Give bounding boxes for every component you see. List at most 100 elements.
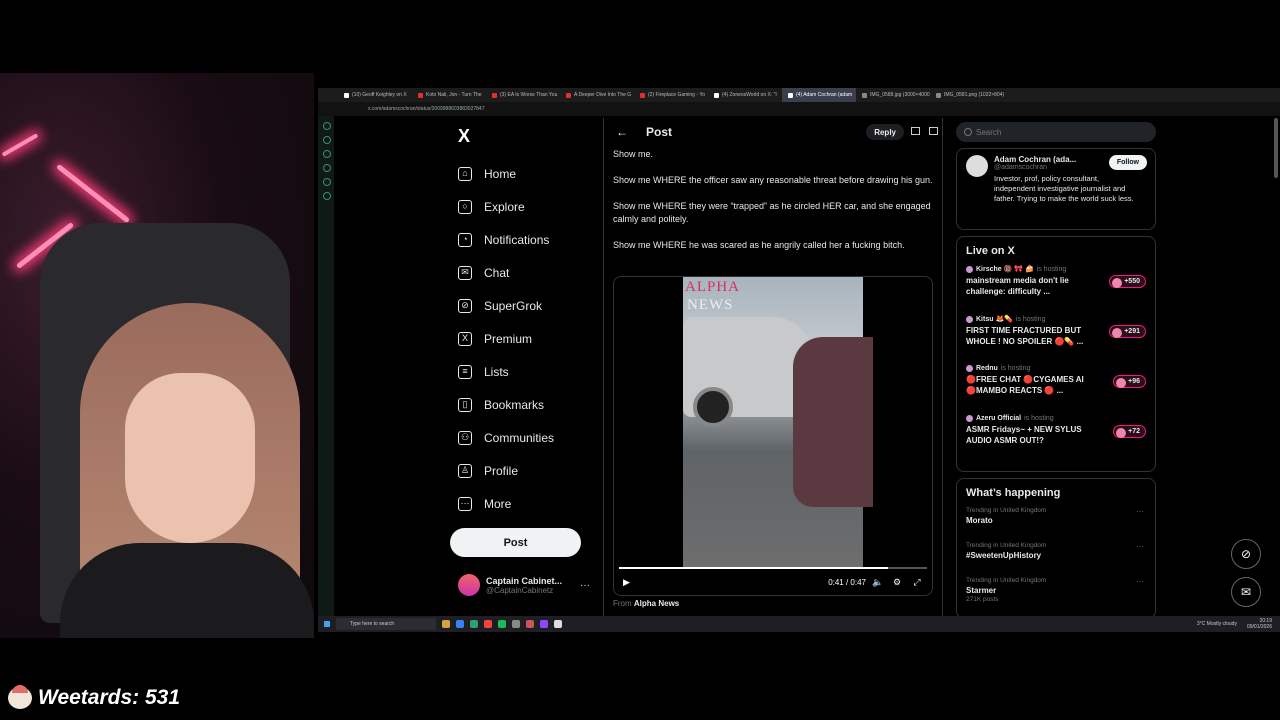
more-icon[interactable]: ··· [1136, 542, 1144, 551]
list-icon: ≡ [458, 364, 472, 379]
browser-tab[interactable]: Koto Nali, Jon - Turn The [412, 88, 486, 102]
side-panel-icon[interactable] [323, 122, 331, 130]
nav-item-premium[interactable]: X Premium [450, 322, 610, 355]
post-paragraph: Show me WHERE they were “trapped” as he … [613, 201, 931, 224]
trend-item[interactable]: Trending in United Kingdom Starmer 271K po… [966, 577, 1146, 612]
nav-item-explore[interactable]: ○ Explore [450, 190, 610, 223]
side-panel-icon[interactable] [323, 192, 331, 200]
side-panel-icon[interactable] [323, 178, 331, 186]
whats-happening-card: What’s happening Trending in United King… [956, 478, 1156, 619]
video-progress-bar[interactable] [619, 567, 927, 569]
taskbar-app-icon[interactable] [470, 620, 478, 628]
weather-status[interactable]: 3°C Mostly cloudy [1197, 621, 1237, 627]
fullscreen-icon[interactable]: ⤢ [912, 577, 922, 588]
address-bar[interactable]: x.com/adamscochran/status/20099886038830… [318, 102, 1280, 116]
account-switcher[interactable]: Captain Cabinet... @CaptainCabinetz ··· [458, 574, 590, 596]
taskbar-search-input[interactable]: Type here to search [336, 618, 436, 630]
browser-tab[interactable]: IMG_0588.jpg (3000×4000) [856, 88, 930, 102]
filter-icon[interactable] [911, 127, 920, 135]
browser-tab[interactable]: (10) Geoff Keighley on X [338, 88, 412, 102]
nav-item-home[interactable]: ⌂ Home [450, 157, 610, 190]
messages-icon[interactable]: ✉ [1231, 577, 1261, 607]
browser-tab[interactable]: IMG_0581.png (1022×804) [930, 88, 1004, 102]
video-source-link[interactable]: Alpha News [634, 599, 679, 608]
side-panel-icon[interactable] [323, 136, 331, 144]
taskbar-app-icon[interactable] [526, 620, 534, 628]
live-item[interactable]: Kitsu 🦊💊 is hosting FIRST TIME FRACTURED B… [966, 315, 1146, 365]
follow-button[interactable]: Follow [1108, 155, 1147, 170]
taskbar-app-icon[interactable] [442, 620, 450, 628]
trend-item[interactable]: Trending in United Kingdom Morato ··· [966, 507, 1146, 542]
live-item[interactable]: Azeru Official is hosting ASMR Fridays~ + … [966, 415, 1146, 465]
live-title: ASMR Fridays~ + NEW SYLUS AUDIO ASMR OUT… [966, 425, 1082, 445]
more-icon[interactable]: ··· [1136, 577, 1144, 586]
more-icon[interactable]: ··· [580, 580, 590, 591]
reader-mode-icon[interactable] [929, 127, 938, 135]
url-text[interactable]: x.com/adamscochran/status/20099886038830… [368, 106, 484, 112]
live-host-name: Rednu [976, 365, 998, 372]
scrollbar[interactable] [1274, 118, 1278, 178]
nav-item-more[interactable]: ⋯ More [450, 487, 610, 520]
tab-favicon-icon [714, 92, 719, 98]
nav-item-profile[interactable]: ♙ Profile [450, 454, 610, 487]
video-player[interactable]: ALPHA NEWS ▶ 0:41 / 0:47 🔈 ⚙ ⤢ [613, 276, 933, 596]
settings-gear-icon[interactable]: ⚙ [892, 577, 902, 588]
home-icon: ⌂ [458, 166, 472, 181]
browser-tab[interactable]: (4) Adam Cochran (adam [782, 88, 856, 102]
browser-tab[interactable]: (2) Fireplace Gaming - Yo [634, 88, 708, 102]
nav-item-label: Chat [484, 265, 510, 280]
search-input[interactable]: Search [956, 122, 1156, 142]
mail-icon: ✉ [458, 265, 472, 280]
taskbar-app-icon[interactable] [554, 620, 562, 628]
nav-item-label: Lists [484, 364, 509, 379]
side-panel-icon[interactable] [323, 150, 331, 158]
nav-item-communities[interactable]: ⚇ Communities [450, 421, 610, 454]
windows-start-icon[interactable] [324, 621, 330, 627]
avatar[interactable] [966, 155, 988, 177]
play-icon[interactable]: ▶ [623, 577, 630, 588]
tab-label: (3) EA Is Worse Than You [500, 92, 558, 98]
live-item[interactable]: Kirsche 🔞 🎀 🍰 is hosting mainstream media … [966, 265, 1146, 315]
nav-item-bookmarks[interactable]: ▯ Bookmarks [450, 388, 610, 421]
bell-icon: ◔ [458, 232, 472, 247]
back-arrow-icon[interactable]: ← [616, 125, 628, 139]
taskbar-app-icon[interactable] [484, 620, 492, 628]
compose-post-button[interactable]: Post [450, 528, 581, 557]
live-listener-count: +96 [1113, 375, 1146, 388]
person-icon: ♙ [458, 463, 472, 478]
x-logo[interactable]: X [458, 126, 610, 147]
browser-tab-bar: (10) Geoff Keighley on X Koto Nali, Jon -… [318, 88, 1280, 102]
tab-label: Koto Nali, Jon - Turn The [426, 92, 482, 98]
side-panel-icon[interactable] [323, 164, 331, 172]
reply-button[interactable]: Reply [866, 124, 904, 140]
trend-item[interactable]: Trending in United Kingdom #SweetenUpHist… [966, 542, 1146, 577]
nav-item-label: Notifications [484, 232, 550, 247]
streamer-shirt [60, 543, 314, 638]
browser-tab[interactable]: A Deeper Dive Into The G [560, 88, 634, 102]
taskbar-app-icon[interactable] [498, 620, 506, 628]
post-column: ← Post Reply Show me. Show me WHERE the o… [603, 118, 943, 618]
nav-item-notifications[interactable]: ◔ Notifications [450, 223, 610, 256]
taskbar-app-icon[interactable] [540, 620, 548, 628]
browser-tab[interactable]: (4) ZoneosWorld on X: "I [708, 88, 782, 102]
taskbar-app-icon[interactable] [512, 620, 520, 628]
profile-card: Adam Cochran (ada... @adamscochran Inves… [956, 148, 1156, 230]
trend-meta: Trending in United Kingdom [966, 542, 1047, 549]
nav-item-lists[interactable]: ≡ Lists [450, 355, 610, 388]
avatar [966, 415, 973, 422]
streamer-face [125, 373, 255, 543]
browser-tab[interactable]: (3) EA Is Worse Than You [486, 88, 560, 102]
volume-icon[interactable]: 🔈 [872, 577, 883, 588]
grok-icon[interactable]: ⊘ [1231, 539, 1261, 569]
search-icon: ○ [458, 199, 472, 214]
tab-list: (10) Geoff Keighley on X Koto Nali, Jon -… [338, 88, 1004, 102]
taskbar-app-icon[interactable] [456, 620, 464, 628]
more-icon[interactable]: ··· [1136, 507, 1144, 516]
post-body: Show me. Show me WHERE the officer saw an… [604, 148, 942, 252]
tab-favicon-icon [566, 92, 571, 98]
nav-item-chat[interactable]: ✉ Chat [450, 256, 610, 289]
live-item[interactable]: Rednu is hosting 🔴FREE CHAT 🔴CYGAMES AI 🔴M… [966, 365, 1146, 415]
nav-item-label: Premium [484, 331, 533, 346]
clock[interactable]: 20:19 09/01/2026 [1247, 618, 1272, 630]
nav-item-supergrok[interactable]: ⊘ SuperGrok [450, 289, 610, 322]
